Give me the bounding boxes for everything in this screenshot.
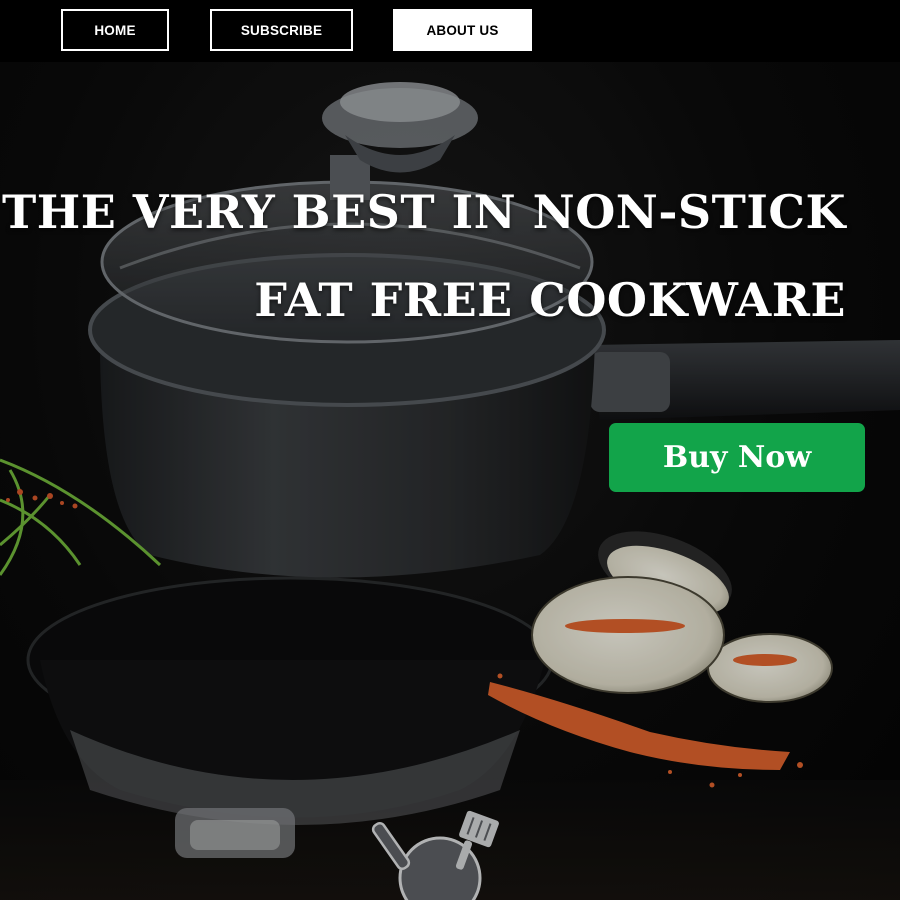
landing-page: HOME SUBSCRIBE ABOUT US THE VERY BEST IN… — [0, 0, 900, 900]
hero-headline: THE VERY BEST IN NON-STICK FAT FREE COOK… — [2, 168, 846, 344]
nav-about-us-button[interactable]: ABOUT US — [393, 9, 532, 51]
nav-home-button[interactable]: HOME — [61, 9, 169, 51]
top-nav: HOME SUBSCRIBE ABOUT US — [0, 0, 900, 62]
hero-headline-line-2: FAT FREE COOKWARE — [254, 273, 846, 327]
buy-now-button[interactable]: Buy Now — [609, 423, 865, 492]
hero-headline-line-1: THE VERY BEST IN NON-STICK — [2, 185, 846, 239]
nav-subscribe-button[interactable]: SUBSCRIBE — [210, 9, 353, 51]
